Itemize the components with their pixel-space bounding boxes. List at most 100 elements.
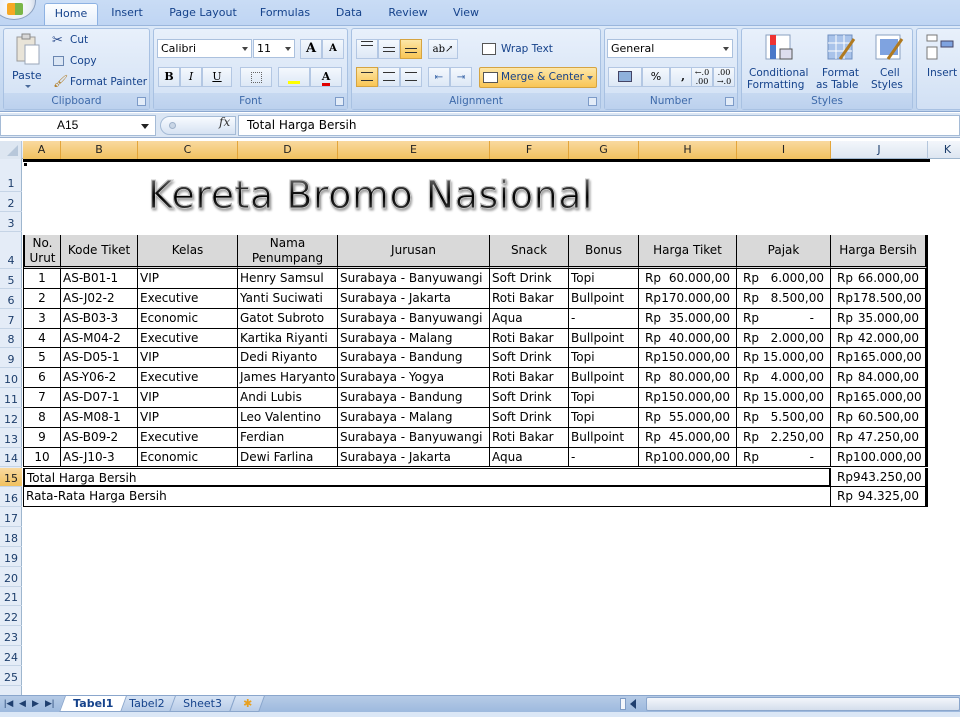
column-header-a[interactable]: A bbox=[23, 141, 61, 159]
paste-button[interactable]: Paste bbox=[8, 31, 48, 91]
column-header-g[interactable]: G bbox=[569, 141, 639, 159]
row-header-8[interactable]: 8 bbox=[0, 329, 22, 349]
insert-function-icon[interactable]: fx bbox=[219, 115, 230, 129]
table-cell-bonus[interactable]: Topi bbox=[569, 348, 639, 369]
office-button[interactable] bbox=[0, 0, 36, 20]
table-cell-nama[interactable]: Kartika Riyanti bbox=[238, 328, 338, 349]
table-cell-snack[interactable]: Roti Bakar bbox=[490, 328, 569, 349]
table-cell-bonus[interactable]: Bullpoint bbox=[569, 288, 639, 309]
table-cell-harga[interactable]: Rp 150.000,00 bbox=[639, 388, 737, 408]
tab-view[interactable]: View bbox=[446, 3, 486, 25]
fill-color-button[interactable] bbox=[278, 67, 310, 87]
row-header-20[interactable]: 20 bbox=[0, 567, 22, 587]
tab-data[interactable]: Data bbox=[330, 3, 368, 25]
font-color-button[interactable]: A bbox=[310, 67, 342, 87]
table-cell-snack[interactable]: Soft Drink bbox=[490, 269, 569, 289]
select-all-button[interactable] bbox=[0, 141, 22, 159]
table-cell-jurusan[interactable]: Surabaya - Jakarta bbox=[338, 447, 490, 468]
copy-button[interactable]: Copy bbox=[52, 53, 142, 71]
bold-button[interactable]: B bbox=[158, 67, 180, 87]
table-header-bonus[interactable]: Bonus bbox=[569, 235, 639, 269]
table-cell-jurusan[interactable]: Surabaya - Banyuwangi bbox=[338, 308, 490, 329]
table-cell-jurusan[interactable]: Surabaya - Malang bbox=[338, 328, 490, 349]
formula-input[interactable]: Total Harga Bersih bbox=[238, 115, 960, 136]
row-header-10[interactable]: 10 bbox=[0, 368, 22, 389]
orientation-button[interactable]: ab↗ bbox=[428, 39, 458, 59]
table-cell-kelas[interactable]: Economic bbox=[138, 308, 238, 329]
table-cell-kelas[interactable]: VIP bbox=[138, 407, 238, 428]
row-header-3[interactable]: 3 bbox=[0, 212, 22, 232]
column-header-h[interactable]: H bbox=[639, 141, 737, 159]
table-cell-pajak[interactable]: Rp 15.000,00 bbox=[737, 388, 831, 408]
tab-insert[interactable]: Insert bbox=[104, 3, 150, 25]
horizontal-scrollbar[interactable] bbox=[646, 697, 960, 711]
table-cell-kode[interactable]: AS-Y06-2 bbox=[61, 368, 138, 389]
wrap-text-button[interactable]: Wrap Text bbox=[480, 39, 590, 59]
table-cell-no[interactable]: 5 bbox=[23, 348, 61, 369]
tab-split-handle[interactable] bbox=[620, 698, 626, 710]
number-format-select[interactable]: General bbox=[607, 39, 733, 58]
row-header-11[interactable]: 11 bbox=[0, 388, 22, 408]
table-cell-jurusan[interactable]: Surabaya - Malang bbox=[338, 407, 490, 428]
clipboard-launcher-icon[interactable] bbox=[137, 97, 146, 106]
prev-sheet-icon[interactable]: ◀ bbox=[19, 698, 26, 709]
underline-button[interactable]: U bbox=[202, 67, 232, 87]
merge-dropdown-icon[interactable] bbox=[587, 76, 593, 80]
accounting-format-button[interactable] bbox=[608, 67, 642, 87]
table-header-pajak[interactable]: Pajak bbox=[737, 235, 831, 269]
row-header-13[interactable]: 13 bbox=[0, 428, 22, 448]
row-header-5[interactable]: 5 bbox=[0, 269, 22, 289]
decrease-decimal-button[interactable]: .00 →.0 bbox=[713, 67, 735, 87]
table-header-nama[interactable]: Nama Penumpang bbox=[238, 235, 338, 269]
table-cell-bersih[interactable]: Rp 60.500,00 bbox=[831, 407, 928, 428]
table-header-kelas[interactable]: Kelas bbox=[138, 235, 238, 269]
table-cell-bonus[interactable]: Topi bbox=[569, 388, 639, 408]
table-cell-bonus[interactable]: Bullpoint bbox=[569, 427, 639, 448]
row-header-24[interactable]: 24 bbox=[0, 646, 22, 666]
row-header-7[interactable]: 7 bbox=[0, 309, 22, 329]
table-cell-kelas[interactable]: Executive bbox=[138, 368, 238, 389]
table-cell-kelas[interactable]: VIP bbox=[138, 269, 238, 289]
table-cell-pajak[interactable]: Rp 8.500,00 bbox=[737, 288, 831, 309]
font-launcher-icon[interactable] bbox=[335, 97, 344, 106]
table-cell-jurusan[interactable]: Surabaya - Bandung bbox=[338, 388, 490, 408]
table-cell-kelas[interactable]: Executive bbox=[138, 427, 238, 448]
table-cell-kode[interactable]: AS-B01-1 bbox=[61, 269, 138, 289]
column-header-f[interactable]: F bbox=[490, 141, 569, 159]
scroll-left-icon[interactable] bbox=[630, 699, 636, 709]
table-cell-harga[interactable]: Rp 35.000,00 bbox=[639, 308, 737, 329]
table-cell-snack[interactable]: Roti Bakar bbox=[490, 288, 569, 309]
row-header-17[interactable]: 17 bbox=[0, 507, 22, 528]
name-box[interactable]: A15 bbox=[0, 115, 156, 136]
table-cell-no[interactable]: 1 bbox=[23, 269, 61, 289]
table-cell-no[interactable]: 2 bbox=[23, 288, 61, 309]
table-cell-jurusan[interactable]: Surabaya - Bandung bbox=[338, 348, 490, 369]
column-header-b[interactable]: B bbox=[61, 141, 138, 159]
row-header-16[interactable]: 16 bbox=[0, 487, 22, 508]
percent-style-button[interactable]: % bbox=[642, 67, 670, 87]
table-cell-kode[interactable]: AS-M08-1 bbox=[61, 407, 138, 428]
format-painter-button[interactable]: 🖌 Format Painter bbox=[52, 74, 152, 92]
shrink-font-button[interactable]: A bbox=[322, 39, 344, 59]
table-cell-bersih[interactable]: Rp 47.250,00 bbox=[831, 427, 928, 448]
table-cell-kode[interactable]: AS-M04-2 bbox=[61, 328, 138, 349]
first-sheet-icon[interactable]: |◀ bbox=[4, 698, 13, 709]
table-cell-harga[interactable]: Rp 100.000,00 bbox=[639, 447, 737, 468]
last-sheet-icon[interactable]: ▶| bbox=[45, 698, 54, 709]
table-cell-kelas[interactable]: VIP bbox=[138, 388, 238, 408]
table-cell-snack[interactable]: Roti Bakar bbox=[490, 427, 569, 448]
row-header-22[interactable]: 22 bbox=[0, 606, 22, 627]
table-cell-bersih[interactable]: Rp 178.500,00 bbox=[831, 288, 928, 309]
table-cell-kode[interactable]: AS-B09-2 bbox=[61, 427, 138, 448]
table-cell-kelas[interactable]: Economic bbox=[138, 447, 238, 468]
table-cell-kelas[interactable]: Executive bbox=[138, 328, 238, 349]
column-header-i[interactable]: I bbox=[737, 141, 831, 159]
row-header-2[interactable]: 2 bbox=[0, 192, 22, 212]
table-cell-no[interactable]: 3 bbox=[23, 308, 61, 329]
table-cell-jurusan[interactable]: Surabaya - Banyuwangi bbox=[338, 427, 490, 448]
tab-home[interactable]: Home bbox=[44, 3, 98, 25]
tab-page-layout[interactable]: Page Layout bbox=[164, 3, 242, 25]
row-header-9[interactable]: 9 bbox=[0, 348, 22, 369]
tab-review[interactable]: Review bbox=[382, 3, 434, 25]
conditional-formatting-button[interactable]: Conditional Formatting bbox=[744, 31, 812, 93]
